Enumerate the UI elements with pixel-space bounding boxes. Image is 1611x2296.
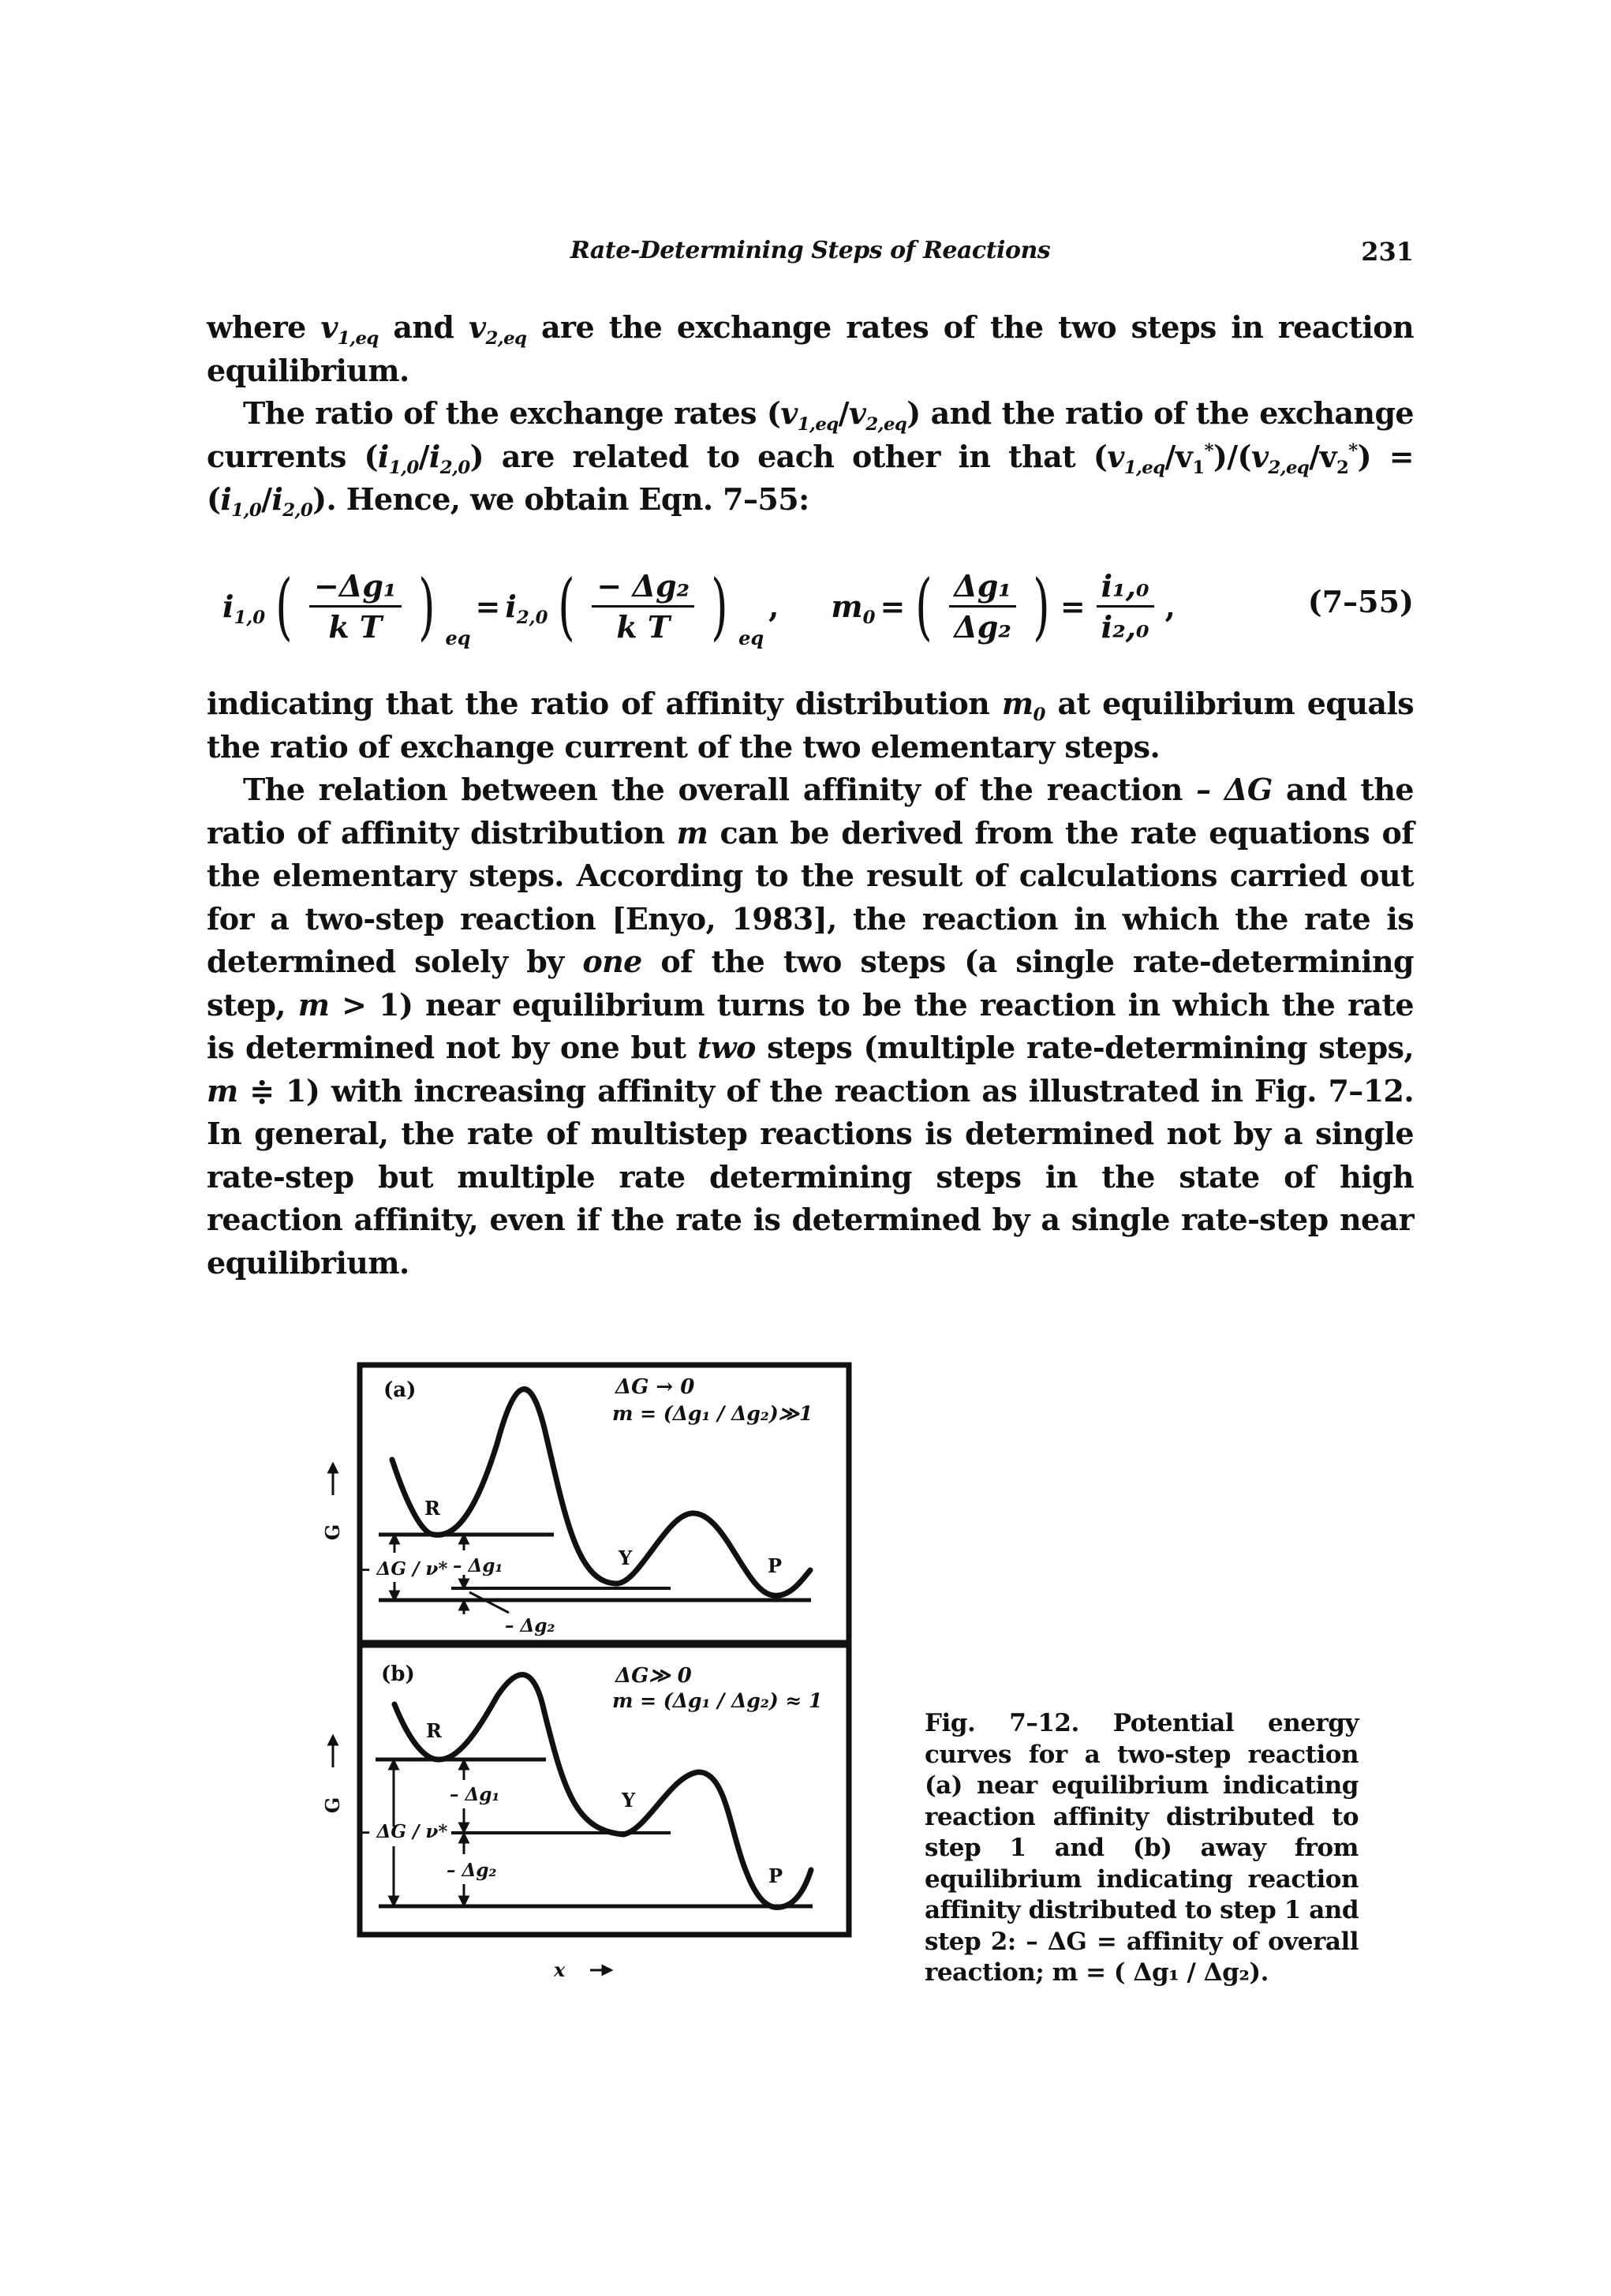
panel-a-label-dG: – ΔG / ν*: [361, 1558, 447, 1580]
panel-b-label-dg1: – Δg₁: [450, 1784, 500, 1805]
panel-b-condition-2: m = (Δg₁ / Δg₂) ≈ 1: [612, 1689, 822, 1712]
panel-a-dg2-leader: [469, 1591, 510, 1614]
running-head: Rate-Determining Steps of Reactions 231: [207, 237, 1414, 276]
panel-a-state-R: R: [424, 1497, 441, 1520]
eq-fraction-2: − Δg₂ k T: [592, 568, 695, 645]
y-axis-label-b: G: [321, 1733, 344, 1814]
eq-fraction-1: −Δg₁ k T: [309, 568, 402, 645]
math-v1eq: v1,eq: [320, 309, 379, 349]
potential-energy-diagram: (a) ΔG → 0 m = (Δg₁ / Δg₂)≫1 R Y P – ΔG …: [321, 1362, 852, 1981]
page-number: 231: [1361, 237, 1414, 267]
eq-subscript: eq: [445, 626, 471, 649]
panel-b-state-P: P: [768, 1864, 783, 1887]
eq-i20: i2,0: [505, 589, 548, 628]
panel-a-state-Y: Y: [618, 1546, 633, 1569]
panel-a-label-dg2: – Δg₂: [505, 1615, 555, 1636]
figure-caption: Fig. 7–12. Potential energy curves for a…: [925, 1708, 1359, 1989]
panel-b-label-dG: – ΔG / ν*: [361, 1821, 447, 1842]
panel-a-state-P: P: [768, 1554, 782, 1577]
panel-b-condition-1: ΔG≫ 0: [614, 1664, 692, 1688]
paragraph-3: indicating that the ratio of affinity di…: [207, 686, 1415, 765]
running-title: Rate-Determining Steps of Reactions: [570, 237, 1051, 264]
equation-number: (7–55): [1307, 584, 1414, 619]
book-page: Rate-Determining Steps of Reactions 231 …: [0, 0, 1611, 2296]
figure-caption-text: Potential energy curves for a two-step r…: [925, 1709, 1359, 1987]
figure-caption-label: Fig. 7–12.: [925, 1709, 1079, 1737]
body-text-top: where v1,eq and v2,eq are the exchange r…: [207, 306, 1415, 522]
panel-b: (b) ΔG≫ 0 m = (Δg₁ / Δg₂) ≈ 1 R Y P – ΔG…: [357, 1642, 852, 1938]
y-axis-label-a: G: [321, 1461, 344, 1541]
panel-b-label-dg2: – Δg₂: [447, 1860, 497, 1881]
panel-b-label: (b): [381, 1662, 415, 1686]
figure-7-12: (a) ΔG → 0 m = (Δg₁ / Δg₂)≫1 R Y P – ΔG …: [316, 1341, 884, 1988]
panel-a-condition-1: ΔG → 0: [614, 1375, 694, 1399]
panel-a: (a) ΔG → 0 m = (Δg₁ / Δg₂)≫1 R Y P – ΔG …: [357, 1362, 852, 1646]
eq-i10: i1,0: [222, 589, 266, 628]
eq-fraction-3: Δg₁ Δg₂: [949, 568, 1016, 645]
text: where: [207, 309, 321, 345]
y-axis-label: G: [321, 1797, 344, 1814]
panel-a-label: (a): [383, 1378, 416, 1402]
eq-fraction-4: i₁,₀ i₂,₀: [1096, 568, 1154, 645]
x-axis-label: x: [553, 1958, 566, 1981]
equation-body: i1,0 ( −Δg₁ k T ) eq = i2,0 ( − Δg₂ k T ) …: [222, 563, 1176, 649]
panel-a-condition-2: m = (Δg₁ / Δg₂)≫1: [612, 1402, 813, 1425]
y-axis-label: G: [321, 1524, 344, 1541]
paragraph-4: The relation between the overall affinit…: [207, 772, 1415, 1281]
body-text-bottom: indicating that the ratio of affinity di…: [207, 682, 1415, 1284]
math-v2eq: v2,eq: [469, 309, 527, 349]
panel-a-label-dg1: – Δg₁: [453, 1555, 503, 1576]
eq-m0: m0: [831, 589, 876, 628]
panel-b-state-Y: Y: [621, 1789, 636, 1812]
equation-7-55: i1,0 ( −Δg₁ k T ) eq = i2,0 ( − Δg₂ k T ) …: [207, 552, 1414, 663]
panel-b-state-R: R: [426, 1719, 443, 1742]
x-axis-label-group: x: [553, 1958, 614, 1981]
paragraph-2: The ratio of the exchange rates (v1,eq/v…: [207, 395, 1415, 521]
text: and: [378, 309, 469, 345]
paragraph-1: where v1,eq and v2,eq are the exchange r…: [207, 306, 1415, 392]
